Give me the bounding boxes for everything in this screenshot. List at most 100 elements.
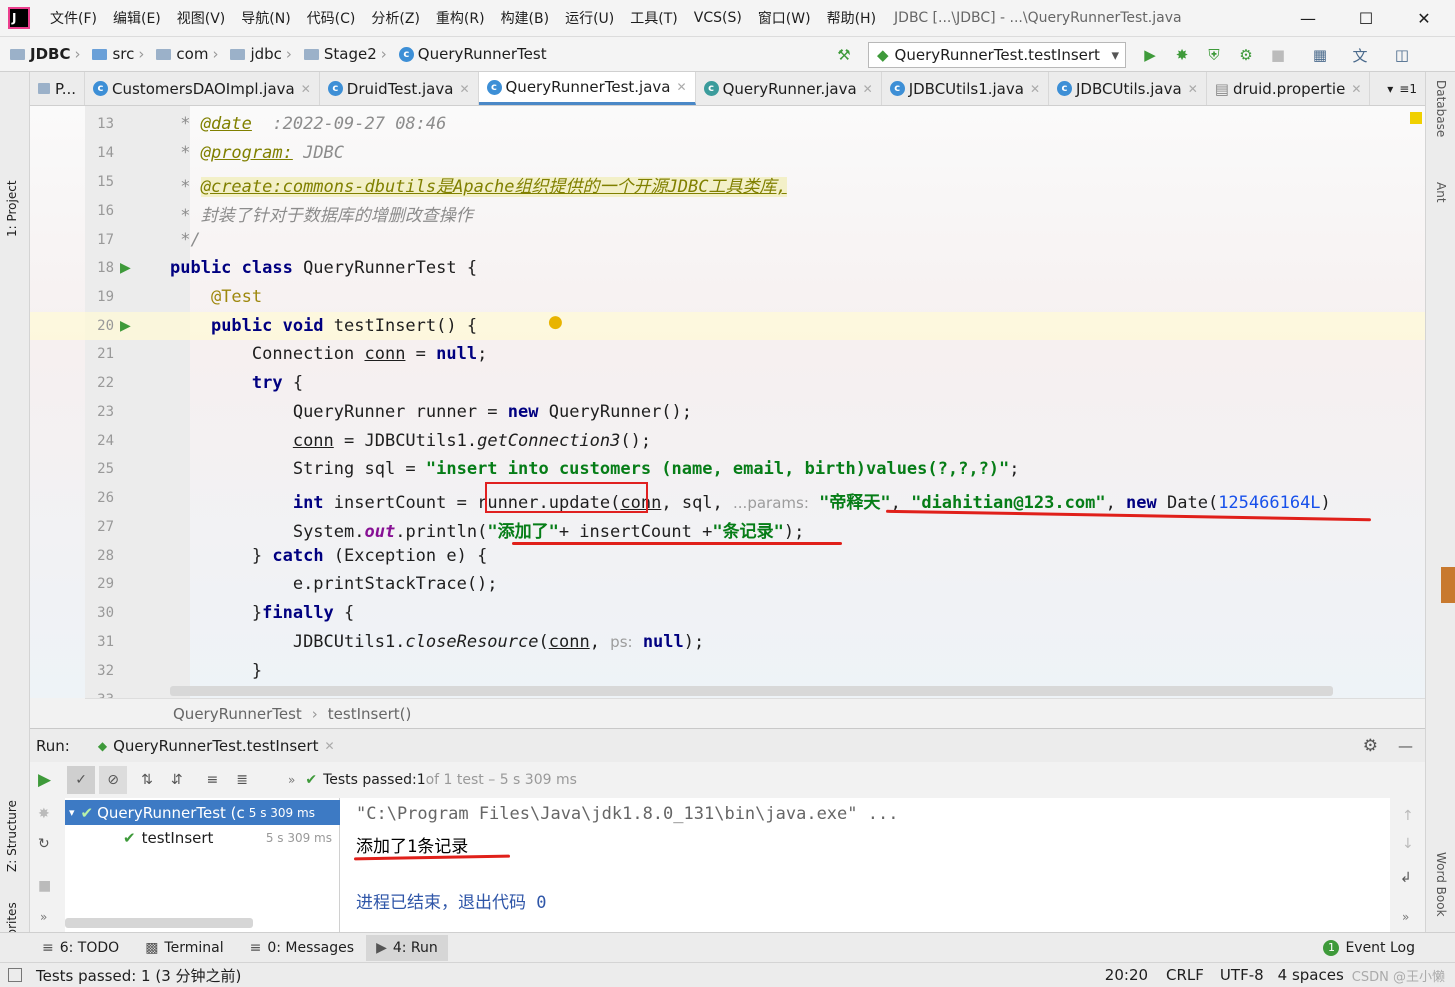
collapse-all-icon[interactable]: ≣ — [236, 772, 248, 788]
run-icon[interactable]: ▶ — [1140, 45, 1160, 65]
menu-window[interactable]: 窗口(W) — [750, 8, 819, 28]
tab-druidtest[interactable]: c DruidTest.java ✕ — [320, 72, 479, 105]
run-test-gutter-icon[interactable]: ▶ — [120, 318, 131, 334]
tab-jdbcutils1[interactable]: c JDBCUtils1.java ✕ — [882, 72, 1049, 105]
lightbulb-icon[interactable]: ● — [548, 312, 563, 332]
more-icon[interactable]: » — [40, 910, 47, 924]
close-tab-icon[interactable]: ✕ — [459, 82, 469, 96]
history-icon[interactable]: ↻ — [38, 836, 50, 852]
down-arrow-icon[interactable]: ↓ — [1402, 836, 1414, 852]
menu-tools[interactable]: 工具(T) — [622, 8, 685, 28]
test-time: 5 s 309 ms — [265, 830, 332, 845]
menu-vcs[interactable]: VCS(S) — [686, 10, 750, 26]
test-suite-row[interactable]: ▾ ✔ QueryRunnerTest (c 5 s 309 ms — [65, 800, 340, 825]
menu-file[interactable]: 文件(F) — [42, 8, 105, 28]
translate-icon[interactable]: 文 — [1350, 45, 1370, 65]
build-hammer-icon[interactable]: ⚒ — [834, 45, 854, 65]
breadcrumb-class[interactable]: QueryRunnerTest — [173, 705, 302, 723]
coverage-icon[interactable]: ⛨ — [1204, 45, 1224, 65]
close-tab-icon[interactable]: ✕ — [1351, 82, 1361, 96]
run-tab[interactable]: QueryRunnerTest.testInsert — [113, 737, 318, 755]
tab-customersdaoimpl[interactable]: c CustomersDAOImpl.java ✕ — [85, 72, 320, 105]
folder-icon — [303, 48, 319, 60]
tab-queryrunnertest[interactable]: c QueryRunnerTest.java ✕ — [478, 72, 696, 105]
horizontal-scrollbar[interactable] — [65, 918, 253, 928]
menu-analyze[interactable]: 分析(Z) — [363, 8, 428, 28]
tab-project[interactable]: P... — [30, 72, 86, 105]
up-arrow-icon[interactable]: ↑ — [1402, 808, 1414, 824]
sort-alpha-icon[interactable]: ⇅ — [141, 772, 153, 788]
menu-view[interactable]: 视图(V) — [169, 8, 234, 28]
close-tab-icon[interactable]: ✕ — [677, 80, 687, 94]
close-tab-icon[interactable]: ✕ — [301, 82, 311, 96]
caret-position[interactable]: 20:20 — [1105, 966, 1148, 984]
stop-icon[interactable]: ■ — [1268, 45, 1288, 65]
code-editor[interactable]: 13 14 15 16 17 18 19 20 21 22 23 24 25 2… — [30, 106, 1425, 698]
crumb-project[interactable]: JDBC › — [0, 45, 88, 63]
project-structure-icon[interactable]: ▦ — [1310, 45, 1330, 65]
terminal-window-icon[interactable]: ◫ — [1392, 45, 1412, 65]
database-tool-button[interactable]: Database — [1434, 80, 1448, 137]
show-ignored-icon[interactable]: ⊘ — [99, 766, 128, 794]
wordbook-tool-button[interactable]: Word Book — [1434, 852, 1448, 917]
debug-icon[interactable]: ✸ — [38, 806, 50, 822]
event-log-button[interactable]: Event Log — [1345, 940, 1415, 956]
crumb-jdbc[interactable]: jdbc › — [226, 45, 299, 63]
expand-all-icon[interactable]: ≡ — [207, 772, 219, 788]
status-message[interactable]: Tests passed: 1 (3 分钟之前) — [36, 965, 241, 986]
menu-code[interactable]: 代码(C) — [299, 8, 364, 28]
close-tab-icon[interactable]: ✕ — [1030, 82, 1040, 96]
line-number: 13 — [97, 116, 114, 132]
run-test-gutter-icon[interactable]: ▶ — [120, 260, 131, 276]
debug-icon[interactable]: ✸ — [1172, 45, 1192, 65]
tab-overflow-button[interactable]: ▾ ≡1 — [1379, 72, 1425, 105]
menu-build[interactable]: 构建(B) — [493, 8, 558, 28]
file-encoding[interactable]: UTF-8 — [1220, 966, 1264, 984]
menu-edit[interactable]: 编辑(E) — [105, 8, 169, 28]
profile-icon[interactable]: ⚙ — [1236, 45, 1256, 65]
soft-wrap-icon[interactable]: ↲ — [1400, 870, 1412, 886]
menu-navigate[interactable]: 导航(N) — [233, 8, 298, 28]
close-icon[interactable]: ✕ — [1396, 0, 1452, 36]
menu-help[interactable]: 帮助(H) — [819, 8, 884, 28]
sort-duration-icon[interactable]: ⇵ — [171, 772, 183, 788]
stop-icon[interactable]: ■ — [38, 878, 51, 894]
menu-refactor[interactable]: 重构(R) — [428, 8, 493, 28]
rerun-icon[interactable]: ▶ — [38, 770, 51, 790]
console-line: "C:\Program Files\Java\jdk1.8.0_131\bin\… — [356, 804, 899, 824]
hide-panel-icon[interactable]: — — [1398, 737, 1413, 755]
show-passed-icon[interactable]: ✓ — [67, 766, 96, 794]
close-tab-icon[interactable]: ✕ — [863, 82, 873, 96]
tab-queryrunner[interactable]: c QueryRunner.java ✕ — [696, 72, 882, 105]
project-tool-button[interactable]: 1: Project — [5, 147, 19, 237]
test-case-row[interactable]: ✔ testInsert 5 s 309 ms — [65, 825, 340, 850]
todo-tool-button[interactable]: 6: TODO — [60, 940, 119, 956]
status-toggle-icon[interactable] — [8, 968, 22, 982]
inspection-status-icon[interactable] — [1410, 112, 1422, 124]
tab-jdbcutils[interactable]: c JDBCUtils.java ✕ — [1049, 72, 1207, 105]
indent-setting[interactable]: 4 spaces — [1278, 966, 1344, 984]
more-icon[interactable]: » — [1402, 910, 1409, 924]
menu-run[interactable]: 运行(U) — [557, 8, 622, 28]
crumb-src[interactable]: src › — [88, 45, 152, 63]
terminal-tool-button[interactable]: Terminal — [164, 940, 223, 956]
breadcrumb-method[interactable]: testInsert() — [328, 705, 412, 723]
close-tab-icon[interactable]: ✕ — [1188, 82, 1198, 96]
console-output[interactable]: "C:\Program Files\Java\jdk1.8.0_131\bin\… — [340, 798, 1390, 932]
settings-gear-icon[interactable]: ⚙ — [1363, 736, 1378, 756]
crumb-com[interactable]: com › — [152, 45, 226, 63]
messages-tool-button[interactable]: 0: Messages — [267, 940, 354, 956]
more-icon[interactable]: » — [288, 773, 295, 787]
tab-druid-properties[interactable]: ▤ druid.propertie ✕ — [1207, 72, 1371, 105]
line-separator[interactable]: CRLF — [1166, 966, 1204, 984]
maximize-icon[interactable]: ☐ — [1338, 0, 1394, 36]
run-tool-button[interactable]: ▶ 4: Run — [366, 934, 448, 961]
horizontal-scrollbar[interactable] — [170, 686, 1333, 696]
crumb-class[interactable]: c QueryRunnerTest — [395, 45, 551, 63]
crumb-stage2[interactable]: Stage2 › — [300, 45, 395, 63]
structure-tool-button[interactable]: Z: Structure — [5, 772, 19, 872]
close-tab-icon[interactable]: ✕ — [324, 739, 334, 753]
run-configuration-select[interactable]: ◆ QueryRunnerTest.testInsert ▾ — [868, 42, 1126, 68]
minimize-icon[interactable]: — — [1280, 0, 1336, 36]
ant-tool-button[interactable]: Ant — [1434, 182, 1448, 203]
